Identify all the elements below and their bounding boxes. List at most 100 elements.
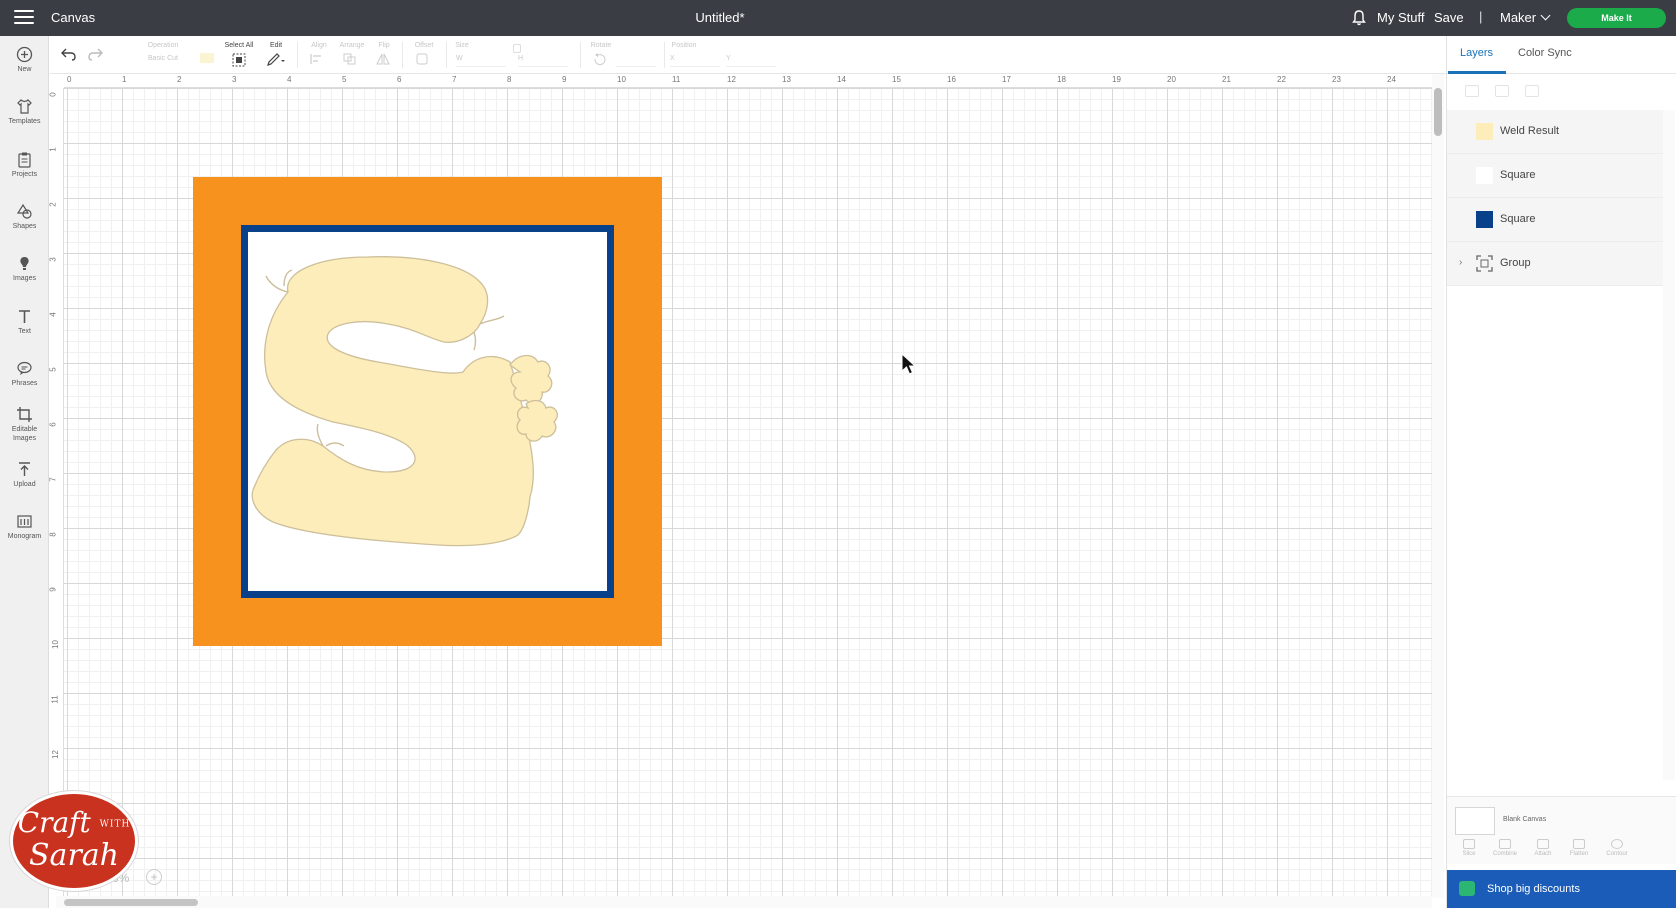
y-field[interactable]: Y bbox=[726, 55, 776, 67]
tool-monogram[interactable]: Monogram bbox=[0, 513, 49, 541]
layer-group[interactable]: › Group bbox=[1447, 242, 1663, 286]
height-field[interactable]: H bbox=[518, 55, 568, 67]
scroll-thumb[interactable] bbox=[64, 899, 198, 906]
tab-layers[interactable]: Layers bbox=[1460, 47, 1493, 59]
ruler-top-number: 20 bbox=[1167, 75, 1176, 84]
blank-canvas-label: Blank Canvas bbox=[1503, 816, 1547, 823]
duplicate-icon[interactable] bbox=[1525, 85, 1539, 97]
machine-label: Maker bbox=[1500, 10, 1537, 25]
bulb-icon bbox=[20, 257, 29, 270]
rotate-button[interactable]: Rotate bbox=[586, 36, 616, 74]
tool-text[interactable]: Text bbox=[0, 308, 49, 336]
offset-button[interactable]: Offset bbox=[408, 36, 440, 74]
letter-s-weld[interactable] bbox=[248, 232, 607, 591]
upload-icon bbox=[19, 462, 30, 476]
ruler-top-number: 1 bbox=[122, 75, 127, 84]
tool-templates[interactable]: Templates bbox=[0, 98, 49, 126]
ruler-top-number: 14 bbox=[837, 75, 846, 84]
tool-editable-images[interactable]: Editable Images bbox=[0, 406, 49, 443]
ruler-left-number: 10 bbox=[50, 640, 60, 649]
ruler-left-number: 12 bbox=[50, 750, 60, 759]
contour-button[interactable]: Contour bbox=[1599, 839, 1635, 857]
ruler-top-number: 13 bbox=[782, 75, 791, 84]
tool-label: Phrases bbox=[11, 380, 38, 387]
design-group[interactable] bbox=[193, 177, 662, 646]
offset-label: Offset bbox=[414, 42, 434, 49]
align-button[interactable]: Align bbox=[304, 36, 334, 74]
tool-label: Templates bbox=[8, 118, 41, 125]
operation-value: Basic Cut bbox=[148, 55, 178, 62]
select-all-icon bbox=[232, 53, 246, 67]
scroll-thumb[interactable] bbox=[1434, 88, 1442, 136]
my-stuff-link[interactable]: My Stuff bbox=[1377, 10, 1424, 25]
select-all-button[interactable]: Select All bbox=[220, 36, 258, 74]
tab-color-sync[interactable]: Color Sync bbox=[1518, 47, 1572, 59]
ruler-left-number: 7 bbox=[48, 477, 58, 482]
flip-button[interactable]: Flip bbox=[370, 36, 398, 74]
shop-icon bbox=[1459, 881, 1475, 896]
shop-discounts-banner[interactable]: Shop big discounts bbox=[1447, 870, 1676, 908]
separator: | bbox=[1479, 9, 1483, 24]
redo-icon[interactable] bbox=[86, 46, 104, 62]
text-icon bbox=[19, 310, 30, 323]
layer-square-white[interactable]: Square bbox=[1447, 154, 1663, 198]
tool-label: Editable Images bbox=[11, 426, 38, 442]
expand-chevron-icon[interactable]: › bbox=[1459, 257, 1462, 268]
edit-toolbar: Operation Basic Cut Select All Edit Alig… bbox=[50, 36, 1446, 74]
make-it-button[interactable]: Make It bbox=[1567, 8, 1666, 28]
arrange-icon bbox=[343, 53, 356, 65]
attach-label: Attach bbox=[1534, 851, 1552, 857]
width-field[interactable]: W bbox=[456, 55, 506, 67]
arrange-button[interactable]: Arrange bbox=[334, 36, 370, 74]
blank-canvas-row[interactable]: Blank Canvas Slice Combine Attach Flatte… bbox=[1447, 796, 1676, 864]
slice-button[interactable]: Slice bbox=[1451, 839, 1487, 857]
tool-images[interactable]: Images bbox=[0, 255, 49, 283]
bell-icon[interactable] bbox=[1351, 9, 1367, 26]
save-button[interactable]: Save bbox=[1434, 10, 1464, 25]
ungroup-icon[interactable] bbox=[1495, 85, 1509, 97]
ruler-left-number: 2 bbox=[48, 202, 58, 207]
blank-canvas-swatch[interactable] bbox=[1455, 807, 1495, 835]
operation-caption: Operation bbox=[147, 42, 179, 49]
rotate-field[interactable] bbox=[616, 55, 656, 67]
flatten-icon bbox=[1573, 839, 1585, 849]
layer-weld-result[interactable]: Weld Result bbox=[1447, 110, 1663, 154]
group-icon[interactable] bbox=[1465, 85, 1479, 97]
offset-icon bbox=[416, 53, 428, 65]
flip-label: Flip bbox=[378, 42, 390, 49]
operation-select[interactable]: Operation Basic Cut bbox=[126, 36, 200, 74]
lock-icon[interactable] bbox=[513, 44, 521, 53]
tool-new[interactable]: New bbox=[0, 46, 49, 74]
combine-icon bbox=[1499, 839, 1511, 849]
ruler-left-number: 8 bbox=[48, 532, 58, 537]
layers-scrollbar[interactable] bbox=[1663, 110, 1675, 780]
left-ruler: 0 1 2 3 4 5 6 7 8 9 10 11 12 bbox=[48, 88, 64, 898]
slice-label: Slice bbox=[1462, 851, 1476, 857]
w-label: W bbox=[456, 55, 463, 62]
edit-button[interactable]: Edit bbox=[260, 36, 292, 74]
tool-projects[interactable]: Projects bbox=[0, 151, 49, 179]
undo-icon[interactable] bbox=[60, 46, 78, 62]
tool-upload[interactable]: Upload bbox=[0, 461, 49, 489]
horizontal-scrollbar[interactable] bbox=[56, 896, 1432, 908]
layer-swatch bbox=[1476, 167, 1493, 184]
flatten-button[interactable]: Flatten bbox=[1561, 839, 1597, 857]
attach-button[interactable]: Attach bbox=[1525, 839, 1561, 857]
ruler-left-number: 9 bbox=[48, 587, 58, 592]
vertical-scrollbar[interactable] bbox=[1432, 74, 1444, 898]
slice-icon bbox=[1463, 839, 1475, 849]
ruler-top-number: 23 bbox=[1332, 75, 1341, 84]
x-field[interactable]: X bbox=[670, 55, 720, 67]
ruler-left-number: 1 bbox=[48, 147, 58, 152]
tool-label: Text bbox=[18, 328, 31, 335]
tool-label: Images bbox=[13, 275, 36, 282]
rotate-icon bbox=[594, 53, 606, 65]
flatten-label: Flatten bbox=[1569, 851, 1589, 857]
machine-select[interactable]: Maker bbox=[1500, 10, 1551, 25]
tool-phrases[interactable]: Phrases bbox=[0, 360, 49, 388]
layer-square-blue[interactable]: Square bbox=[1447, 198, 1663, 242]
ruler-top-number: 11 bbox=[672, 75, 681, 84]
tool-shapes[interactable]: Shapes bbox=[0, 203, 49, 231]
combine-button[interactable]: Combine bbox=[1487, 839, 1523, 857]
zoom-in-button[interactable]: + bbox=[146, 869, 162, 885]
